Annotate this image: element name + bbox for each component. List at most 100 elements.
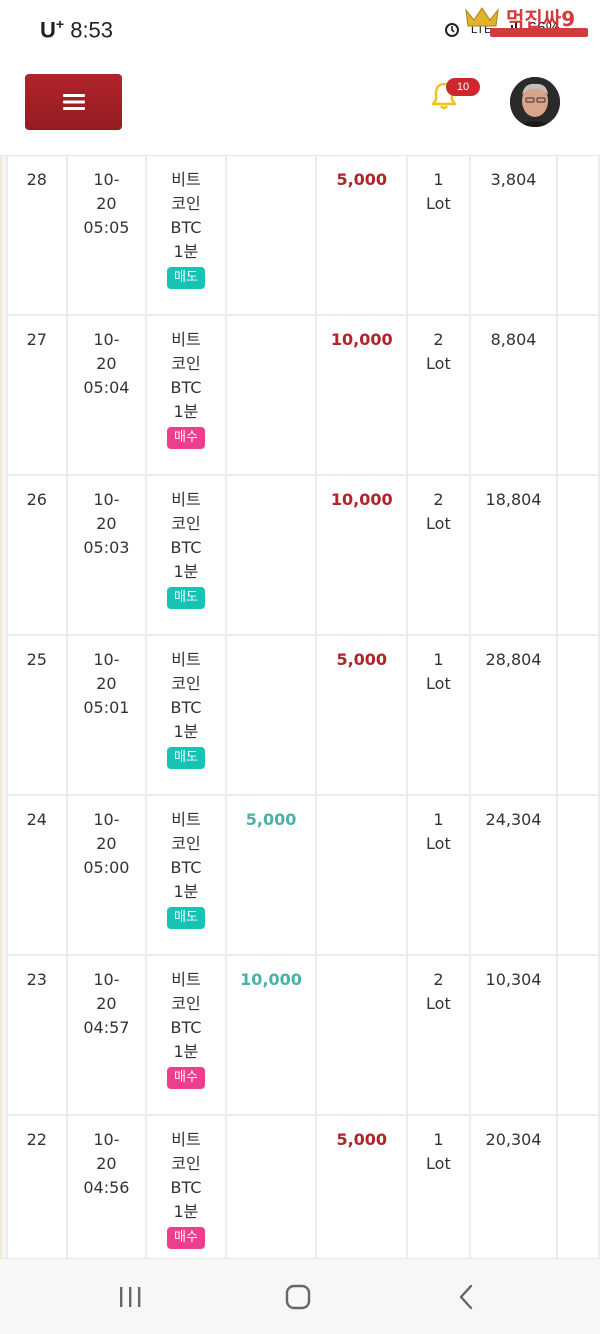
cell-lot: 1 Lot (406, 1114, 471, 1258)
cell-item: 비트 코인 BTC 1분 매도 (145, 794, 227, 956)
cell-loss: 5,000 (315, 156, 409, 316)
table-row[interactable]: 26 10- 20 05:03 비트 코인 BTC 1분 매도 10,000 2 Lot 18,804 (6, 474, 600, 636)
cell-lot: 2 Lot (406, 314, 471, 476)
item-line: 1분 (173, 1202, 199, 1221)
cell-profit (224, 1114, 318, 1258)
trade-number: 26 (26, 490, 47, 509)
loss-value: 5,000 (336, 170, 388, 189)
cell-profit (224, 474, 318, 636)
table-row[interactable]: 22 10- 20 04:56 비트 코인 BTC 1분 매수 5,000 1 Lot 20,304 (6, 1114, 600, 1258)
cell-datetime: 10- 20 05:04 (65, 314, 148, 476)
trade-month: 10- (93, 650, 120, 669)
item-line: BTC (170, 858, 202, 877)
cell-profit: 10,000 (224, 954, 318, 1116)
balance-value: 3,804 (490, 170, 537, 189)
trade-time: 04:57 (83, 1018, 130, 1037)
avatar[interactable] (510, 77, 560, 127)
trade-day: 20 (96, 994, 117, 1013)
cell-overflow (556, 156, 600, 316)
item-line: BTC (170, 1178, 202, 1197)
cell-number: 23 (6, 954, 68, 1116)
trade-number: 24 (26, 810, 47, 829)
cell-balance: 8,804 (468, 314, 559, 476)
cell-balance: 20,304 (468, 1114, 559, 1258)
trade-month: 10- (93, 490, 120, 509)
home-icon (285, 1284, 311, 1310)
trade-number: 22 (26, 1130, 47, 1149)
item-line: 코인 (171, 1154, 201, 1173)
profit-value: 5,000 (245, 810, 297, 829)
home-button[interactable] (278, 1279, 318, 1315)
status-bar: U+ 8:53 LTE 66% 먹진싸9 (0, 0, 600, 60)
menu-button[interactable] (25, 74, 122, 130)
android-nav-bar (0, 1258, 600, 1334)
cell-loss (315, 794, 409, 956)
trade-day: 20 (96, 834, 117, 853)
alarm-icon (444, 23, 459, 37)
side-badge: 매수 (167, 427, 205, 449)
item-line: 비트 (171, 650, 201, 669)
profit-value (227, 156, 316, 168)
trade-time: 05:05 (83, 218, 130, 237)
cell-balance: 24,304 (468, 794, 559, 956)
trade-month: 10- (93, 330, 120, 349)
cell-item: 비트 코인 BTC 1분 매수 (145, 314, 227, 476)
item-line: 1분 (173, 722, 199, 741)
cell-loss: 5,000 (315, 634, 409, 796)
cell-lot: 1 Lot (406, 634, 471, 796)
item-line: 1분 (173, 402, 199, 421)
balance-value: 10,304 (485, 970, 542, 989)
trade-day: 20 (96, 354, 117, 373)
balance-value: 8,804 (490, 330, 537, 349)
cell-profit: 5,000 (224, 794, 318, 956)
item-line: 코인 (171, 354, 201, 373)
loss-value: 5,000 (336, 1130, 388, 1149)
trade-time: 05:00 (83, 858, 130, 877)
cell-datetime: 10- 20 04:56 (65, 1114, 148, 1258)
side-badge: 매수 (167, 1067, 205, 1089)
trade-number: 25 (26, 650, 47, 669)
balance-value: 20,304 (485, 1130, 542, 1149)
table-row[interactable]: 28 10- 20 05:05 비트 코인 BTC 1분 매도 5,000 1 Lot 3,804 (6, 156, 600, 316)
balance-value: 18,804 (485, 490, 542, 509)
cell-number: 27 (6, 314, 68, 476)
table-row[interactable]: 24 10- 20 05:00 비트 코인 BTC 1분 매도 5,000 1 Lot 24,304 (6, 794, 600, 956)
cell-overflow (556, 794, 600, 956)
trade-day: 20 (96, 514, 117, 533)
profit-value (227, 636, 316, 648)
cell-number: 24 (6, 794, 68, 956)
lot-count: 2 (433, 490, 444, 509)
profit-value (227, 1116, 316, 1128)
cell-number: 22 (6, 1114, 68, 1258)
recent-apps-button[interactable] (110, 1279, 150, 1315)
cell-loss: 10,000 (315, 474, 409, 636)
table-row[interactable]: 27 10- 20 05:04 비트 코인 BTC 1분 매수 10,000 2 Lot 8,804 (6, 314, 600, 476)
trade-number: 23 (26, 970, 47, 989)
svg-text:먹진싸9: 먹진싸9 (506, 7, 575, 31)
app-header: 10 (0, 60, 600, 156)
cell-number: 28 (6, 156, 68, 316)
carrier-plus: + (55, 16, 65, 32)
table-row[interactable]: 23 10- 20 04:57 비트 코인 BTC 1분 매수 10,000 2 Lot 10,304 (6, 954, 600, 1116)
item-line: 코인 (171, 194, 201, 213)
item-line: 코인 (171, 834, 201, 853)
profit-value: 10,000 (240, 970, 302, 989)
cell-lot: 1 Lot (406, 794, 471, 956)
item-line: 1분 (173, 562, 199, 581)
side-badge: 매도 (167, 587, 205, 609)
watermark-logo: 먹진싸9 (465, 7, 588, 37)
cell-overflow (556, 474, 600, 636)
table-row[interactable]: 25 10- 20 05:01 비트 코인 BTC 1분 매도 5,000 1 Lot 28,804 (6, 634, 600, 796)
cell-lot: 1 Lot (406, 156, 471, 316)
clock: 8:53 (70, 17, 114, 43)
trade-month: 10- (93, 1130, 120, 1149)
back-button[interactable] (446, 1279, 486, 1315)
lot-count: 1 (433, 1130, 444, 1149)
item-line: 비트 (171, 970, 201, 989)
carrier-label: U+ 8:53 (40, 16, 113, 43)
back-icon (459, 1284, 473, 1310)
cell-datetime: 10- 20 05:00 (65, 794, 148, 956)
lot-unit: Lot (426, 674, 451, 693)
trade-day: 20 (96, 1154, 117, 1173)
trade-history-table[interactable]: 28 10- 20 05:05 비트 코인 BTC 1분 매도 5,000 1 Lot 3,804 27 1… (0, 156, 600, 1258)
